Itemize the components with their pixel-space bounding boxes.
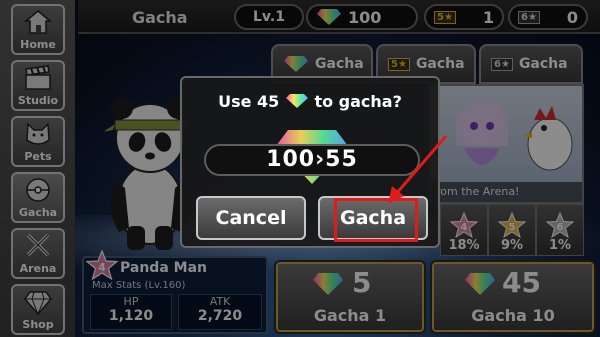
dialog-title-prefix: Use 45 xyxy=(218,92,280,111)
dialog-title: Use 45 to gacha? xyxy=(182,92,438,111)
cancel-button[interactable]: Cancel xyxy=(196,196,306,240)
annotation-arrow xyxy=(388,135,448,204)
dialog-title-suffix: to gacha? xyxy=(314,92,402,111)
gem-icon xyxy=(285,94,308,108)
